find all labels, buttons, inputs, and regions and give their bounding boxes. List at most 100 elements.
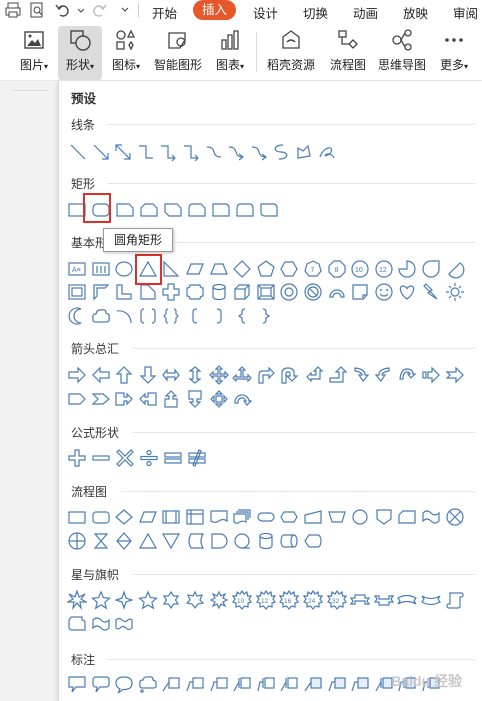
shapes-button[interactable]: 形状▾ — [58, 26, 102, 80]
shape-alru-icon[interactable] — [232, 365, 252, 385]
shape-snip1-icon[interactable] — [115, 200, 135, 220]
smartart-button[interactable]: 智能图形 — [152, 28, 204, 73]
shape-fmulti-icon[interactable] — [232, 507, 252, 527]
shape-tear-icon[interactable] — [421, 259, 441, 279]
shape-fold-icon[interactable] — [350, 282, 370, 302]
shape-elbow-icon[interactable] — [136, 142, 156, 162]
tab-slideshow[interactable]: 放映 — [403, 3, 428, 22]
shape-apent-icon[interactable] — [67, 389, 87, 409]
shape-curvea-icon[interactable] — [249, 142, 269, 162]
shape-fdelay-icon[interactable] — [209, 531, 229, 551]
shape-scrollV-icon[interactable] — [445, 590, 465, 610]
shape-minus-icon[interactable] — [91, 448, 111, 468]
shape-octa-icon[interactable]: 8 — [327, 259, 347, 279]
shape-arrow-icon[interactable] — [91, 142, 111, 162]
chart-button[interactable]: 图表▾ — [212, 28, 248, 73]
shape-starN24-icon[interactable]: 24 — [303, 590, 323, 610]
shape-starN12-icon[interactable]: 12 — [256, 590, 276, 610]
shape-starN10-icon[interactable]: 10 — [232, 590, 252, 610]
shape-equal-icon[interactable] — [163, 448, 183, 468]
shape-cRect-icon[interactable] — [67, 674, 87, 694]
shape-free-icon[interactable] — [294, 142, 314, 162]
shape-smile-icon[interactable] — [374, 282, 394, 302]
shape-fdisk-icon[interactable] — [256, 531, 276, 551]
shape-cAcc1-icon[interactable] — [279, 674, 299, 694]
shape-fsort-icon[interactable] — [114, 531, 134, 551]
shape-ribbonCD-icon[interactable] — [421, 590, 441, 610]
shape-fseq-icon[interactable] — [232, 531, 252, 551]
shape-rbracket-icon[interactable] — [209, 306, 229, 326]
shape-snipd-icon[interactable] — [163, 200, 183, 220]
shape-trap-icon[interactable] — [209, 259, 229, 279]
picture-button[interactable]: 图片▾ — [16, 28, 52, 73]
shape-fmanin-icon[interactable] — [303, 507, 323, 527]
shape-bolt-icon[interactable] — [421, 282, 441, 302]
shape-dodeca-icon[interactable]: 12 — [374, 259, 394, 279]
shape-auturn-icon[interactable] — [279, 365, 299, 385]
shape-rtri-icon[interactable] — [161, 259, 181, 279]
shape-explo1-icon[interactable] — [67, 590, 87, 610]
shape-star5-icon[interactable] — [91, 590, 111, 610]
shape-aright-icon[interactable] — [67, 365, 87, 385]
shape-mult-icon[interactable] — [115, 448, 135, 468]
shape-falt-icon[interactable] — [91, 507, 111, 527]
shape-scrib-icon[interactable] — [317, 142, 337, 162]
shape-fmerge-icon[interactable] — [161, 531, 181, 551]
shape-cCloud-icon[interactable] — [138, 674, 158, 694]
shape-halfframe-icon[interactable] — [91, 282, 111, 302]
shape-fcollate-icon[interactable] — [91, 531, 111, 551]
shape-acurvU-icon[interactable] — [397, 365, 417, 385]
shape-cLine2-icon[interactable] — [185, 674, 205, 694]
shape-star8-icon[interactable] — [209, 590, 229, 610]
shape-acallR-icon[interactable] — [114, 389, 134, 409]
redo-icon[interactable] — [90, 1, 108, 19]
shape-chord-icon[interactable] — [445, 259, 465, 279]
shape-sniprnd-icon[interactable] — [187, 200, 207, 220]
shape-alup-icon[interactable] — [303, 365, 323, 385]
shape-cBord2-icon[interactable] — [327, 674, 347, 694]
shape-anotch-icon[interactable] — [445, 365, 465, 385]
shape-fmanop-icon[interactable] — [327, 507, 347, 527]
shape-fpredef-icon[interactable] — [161, 507, 181, 527]
shape-bevel-icon[interactable] — [256, 282, 276, 302]
shape-aup-icon[interactable] — [114, 365, 134, 385]
shape-fsum-icon[interactable] — [445, 507, 465, 527]
customize-dropdown-icon[interactable] — [116, 1, 129, 19]
shape-adown-icon[interactable] — [138, 365, 158, 385]
shape-star4-icon[interactable] — [114, 590, 134, 610]
shape-fextract-icon[interactable] — [138, 531, 158, 551]
shape-ribbonCU-icon[interactable] — [397, 590, 417, 610]
shape-hepta-icon[interactable]: 7 — [303, 259, 323, 279]
shape-arc-icon[interactable] — [327, 282, 347, 302]
tab-home[interactable]: 开始 — [152, 3, 177, 22]
shape-rbrace-icon[interactable] — [256, 306, 276, 326]
shape-scurve-icon[interactable] — [271, 142, 291, 162]
shape-fconn-icon[interactable] — [350, 507, 370, 527]
shape-fdirect-icon[interactable] — [279, 531, 299, 551]
shape-para-icon[interactable] — [185, 259, 205, 279]
print-icon[interactable] — [4, 1, 22, 19]
shape-acurvL-icon[interactable] — [374, 365, 394, 385]
shape-moon-icon[interactable] — [67, 306, 87, 326]
shape-textbox-icon[interactable]: A≡ — [67, 259, 87, 279]
shape-lbrace-icon[interactable] — [232, 306, 252, 326]
shape-fdecision-icon[interactable] — [114, 507, 134, 527]
mindmap-button[interactable]: 思维导图 — [376, 28, 428, 73]
print-preview-icon[interactable] — [28, 1, 46, 19]
shape-star7-icon[interactable] — [185, 590, 205, 610]
shape-elbowa-icon[interactable] — [158, 142, 178, 162]
shape-starN32-icon[interactable]: 32 — [327, 590, 347, 610]
shape-acurvR-icon[interactable] — [350, 365, 370, 385]
shape-rrectd-icon[interactable] — [259, 200, 279, 220]
shape-heart-icon[interactable] — [397, 282, 417, 302]
tab-insert[interactable]: 插入 — [193, 0, 236, 20]
shape-astrip-icon[interactable] — [421, 365, 441, 385]
tab-design[interactable]: 设计 — [253, 3, 278, 22]
shape-plus-icon[interactable] — [67, 448, 87, 468]
shape-finternal-icon[interactable] — [185, 507, 205, 527]
shape-cAcc1-icon[interactable] — [232, 674, 252, 694]
shape-ftape-icon[interactable] — [421, 507, 441, 527]
shape-arcline-icon[interactable] — [114, 306, 134, 326]
shape-fprep-icon[interactable] — [279, 507, 299, 527]
shape-cBord2-icon[interactable] — [350, 674, 370, 694]
